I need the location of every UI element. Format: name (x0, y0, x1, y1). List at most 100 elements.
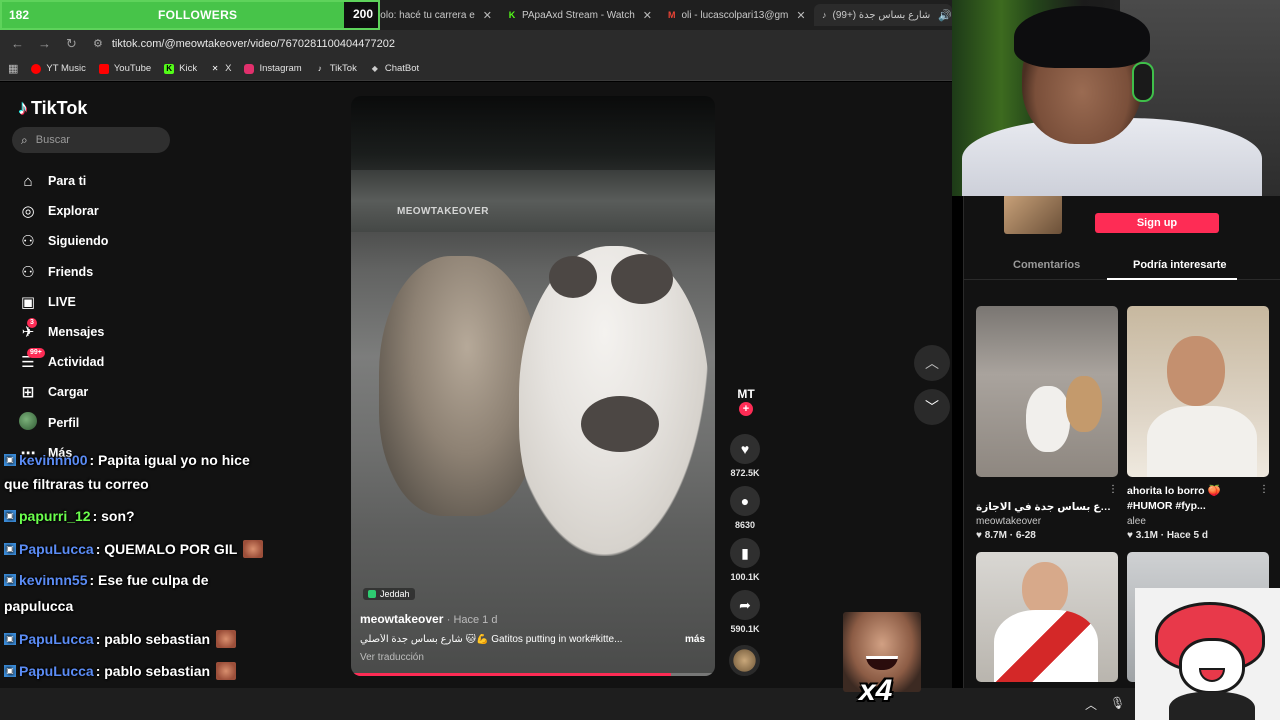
tab-kick-stream[interactable]: K PApaAxd Stream - Watch ✕ (500, 4, 660, 26)
tab-podria-interesarte[interactable]: Podría interesarte (1133, 259, 1227, 271)
tab-gmail[interactable]: M oli - lucascolpari13@gm ✕ (660, 4, 812, 26)
screen: dolo: hacé tu carrera e ✕ K PApaAxd Stre… (0, 0, 1280, 720)
tab-comentarios[interactable]: Comentarios (1013, 259, 1080, 271)
close-tab-icon[interactable]: ✕ (475, 9, 492, 22)
apps-grid-icon[interactable]: ▦ (8, 62, 18, 75)
previous-video-chevron-up-icon[interactable]: ︿ (914, 345, 950, 381)
location-tag[interactable]: Jeddah (363, 588, 415, 600)
close-tab-icon[interactable]: ✕ (635, 9, 652, 22)
search-icon: ⌕ (21, 132, 28, 147)
comment-action[interactable]: ● 8630 (725, 486, 765, 530)
url-field[interactable]: ⚙ tiktok.com/@meowtakeover/video/7670281… (93, 37, 395, 51)
creator-avatar[interactable]: MT + (734, 387, 758, 416)
upload-icon: ⊞ (21, 384, 35, 402)
bookmark-label: ChatBot (384, 63, 420, 74)
sidebar-item-actividad[interactable]: ☰ 99+ Actividad (18, 347, 108, 377)
video-caption: شارع بساس جدة الأصلي 🐱💪 Gatitos putting … (360, 634, 705, 645)
sidebar-item-live[interactable]: ▣ LIVE (18, 287, 108, 317)
music-disc-icon[interactable] (729, 645, 760, 676)
thumb-kitten (1026, 386, 1070, 452)
translate-link[interactable]: Ver traducción (360, 652, 424, 663)
video-background-wall (351, 170, 715, 232)
sidebar-item-mensajes[interactable]: ✈ 3 Mensajes (18, 317, 108, 347)
gmail-icon: M (668, 9, 676, 20)
chat-message: que filtraras tu correo (4, 476, 149, 492)
video-player[interactable]: MEOWTAKEOVER Jeddah meowtakeover · Hace … (351, 96, 715, 676)
forward-arrow-icon[interactable]: → (31, 36, 58, 51)
chat-emote-icon (216, 630, 237, 648)
creator-badge: MT (737, 387, 755, 401)
chat-message: ▣ PapuLucca: QUEMALO POR GIL (4, 540, 264, 558)
followers-label: FOLLOWERS (158, 8, 238, 22)
sign-up-button[interactable]: Sign up (1095, 213, 1219, 233)
video-thumbnail-cats[interactable] (976, 306, 1118, 477)
bookmark-chatbot[interactable]: ◆ ChatBot (370, 63, 419, 74)
bookmark-kick[interactable]: K Kick (164, 63, 197, 74)
sidebar-item-siguiendo[interactable]: ⚇ Siguiendo (18, 226, 108, 256)
promo-thumbnail (1004, 194, 1062, 234)
bookmark-x[interactable]: ✕ X (210, 63, 232, 74)
chat-text: : QUEMALO POR GIL (95, 541, 238, 557)
kitten-spot (549, 256, 597, 298)
bookmark-tiktok[interactable]: ♪ TikTok (315, 63, 357, 74)
card-author[interactable]: alee (1127, 516, 1146, 527)
card-title[interactable]: شارع بساس جدة في الاجازة 🐱💪 Gatitos know… (976, 500, 1116, 513)
bookmark-label: X (225, 63, 232, 74)
microphone-icon[interactable]: 🎙 (1110, 696, 1125, 710)
avatar (19, 411, 37, 430)
save-action[interactable]: ▮ 100.1K (725, 538, 765, 582)
chat-text: papulucca (4, 598, 74, 614)
messages-icon: ✈ 3 (18, 318, 38, 341)
sidebar-item-cargar[interactable]: ⊞ Cargar (18, 377, 108, 407)
followers-goal-widget: 182 FOLLOWERS 200 (0, 0, 380, 30)
speaker-icon[interactable]: 🔊 (930, 9, 952, 22)
card-stats: ♥ 8.7M · 6-28 (976, 530, 1036, 541)
card-stats: ♥ 3.1M · Hace 5 d (1127, 530, 1208, 541)
card-title[interactable]: ahorita lo borro 🍑 #HUMOR #fyp... (1127, 484, 1267, 514)
tab-tiktok-active[interactable]: ♪ (99+) شارع بساس جدة 🔊 (814, 4, 952, 26)
likes-count: 872.5K (730, 468, 760, 478)
bookmark-icon[interactable]: ▮ (730, 538, 760, 568)
next-video-chevron-down-icon[interactable]: ﹀ (914, 389, 950, 425)
more-options-icon[interactable]: ⋮ (1108, 484, 1118, 495)
bookmark-instagram[interactable]: Instagram (244, 63, 302, 74)
caption-more-link[interactable]: más (685, 634, 705, 645)
sidebar-item-explorar[interactable]: ◎ Explorar (18, 196, 108, 226)
search-input[interactable]: ⌕ Buscar (12, 127, 170, 153)
share-action[interactable]: ➦ 590.1K (725, 590, 765, 634)
sidebar-item-perfil[interactable]: Perfil (18, 408, 108, 438)
video-thumbnail-man[interactable] (1127, 306, 1269, 477)
video-thumbnail-footballer[interactable] (976, 552, 1118, 682)
like-action[interactable]: ♥ 872.5K (725, 434, 765, 478)
bookmark-label: YT Music (46, 63, 86, 74)
alert-multiplier: x4 (859, 674, 893, 707)
shares-count: 590.1K (730, 624, 760, 634)
bookmarks-bar: ▦ YT Music YouTube K Kick ✕ X Instagram ♪ T… (0, 57, 952, 81)
reload-icon[interactable]: ↻ (58, 36, 85, 52)
mascot-character (1135, 588, 1280, 720)
tiktok-logo[interactable]: ♪ TikTok (18, 97, 87, 120)
video-author[interactable]: meowtakeover · Hace 1 d (360, 612, 497, 626)
more-options-icon[interactable]: ⋮ (1259, 484, 1269, 495)
close-tab-icon[interactable]: ✕ (788, 9, 805, 22)
comment-icon[interactable]: ● (730, 486, 760, 516)
chat-username: kevinnn55 (19, 572, 88, 588)
platform-badge-icon: ▣ (4, 574, 16, 586)
back-arrow-icon[interactable]: ← (4, 36, 31, 51)
video-progress-bar[interactable] (351, 673, 715, 676)
chat-emote-icon (216, 662, 237, 680)
card-author[interactable]: meowtakeover (976, 516, 1041, 527)
sidebar-item-friends[interactable]: ⚇ Friends (18, 257, 108, 287)
follow-plus-icon[interactable]: + (739, 402, 753, 416)
bookmark-yt-music[interactable]: YT Music (31, 63, 86, 74)
tray-chevron-up-icon[interactable]: ︿ (1085, 696, 1097, 713)
bookmark-youtube[interactable]: YouTube (98, 63, 151, 74)
sidebar-item-para-ti[interactable]: ⌂ Para ti (18, 166, 108, 196)
site-settings-icon[interactable]: ⚙ (93, 37, 103, 50)
heart-icon[interactable]: ♥ (730, 434, 760, 464)
home-icon: ⌂ (23, 172, 33, 190)
share-arrow-icon[interactable]: ➦ (730, 590, 760, 620)
chat-username: PapuLucca (19, 631, 94, 647)
chat-emote-icon (243, 540, 264, 558)
chat-text: : Ese fue culpa de (89, 572, 209, 588)
